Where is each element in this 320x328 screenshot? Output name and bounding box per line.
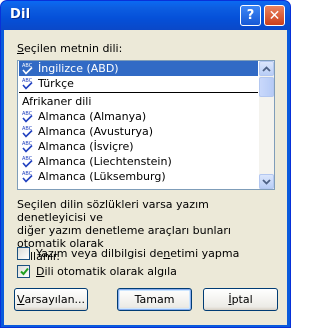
dialog-body: Seçilen metnin dili: ABC İngilizce (ABD) A… (4, 30, 287, 325)
no-spellcheck-label[interactable]: Yazım veya dilbilgisi denetimi yapma (36, 247, 239, 260)
language-listbox[interactable]: ABC İngilizce (ABD) ABC Türkçe Afrikaner dil… (17, 60, 275, 190)
cancel-button[interactable]: İptal (203, 288, 278, 311)
help-button[interactable]: ? (240, 5, 261, 26)
close-button[interactable]: ✕ (264, 5, 285, 26)
language-dialog: Dil ? ✕ Seçilen metnin dili: ABC İngilizc… (0, 0, 291, 328)
window-title: Dil (10, 7, 31, 22)
spellcheck-icon: ABC (22, 141, 33, 153)
no-spellcheck-checkbox[interactable] (17, 247, 30, 260)
language-list-item-label: İngilizce (ABD) (38, 62, 119, 75)
auto-detect-label[interactable]: Dili otomatik olarak algıla (36, 265, 177, 278)
spellcheck-icon: ABC (22, 156, 33, 168)
language-list-item-label: Almanca (Avusturya) (38, 125, 154, 138)
spellcheck-icon: ABC (22, 111, 33, 123)
auto-detect-checkbox[interactable] (17, 265, 30, 278)
spellcheck-icon: ABC (22, 63, 33, 75)
scroll-down-button[interactable] (259, 174, 274, 189)
language-list-items: ABC İngilizce (ABD) ABC Türkçe Afrikaner dil… (18, 61, 259, 189)
chevron-up-icon (262, 65, 271, 72)
language-list-item-label: Almanca (İsviçre) (38, 140, 134, 153)
language-list-item-label: Almanca (Liechtenstein) (38, 155, 172, 168)
language-list-item[interactable]: ABC Almanca (Liechtenstein) (19, 154, 258, 169)
title-bar[interactable]: Dil ? ✕ (1, 1, 290, 30)
language-list-item[interactable]: Afrikaner dili (19, 94, 258, 109)
list-separator (19, 92, 258, 93)
language-list-item[interactable]: ABC İngilizce (ABD) (19, 61, 258, 76)
language-list-item[interactable]: ABC Almanca (Almanya) (19, 109, 258, 124)
spellcheck-icon: ABC (22, 78, 33, 90)
language-list-label: Seçilen metnin dili: (17, 42, 123, 55)
spellcheck-icon: ABC (22, 126, 33, 138)
language-list-item[interactable]: ABC Almanca (Avusturya) (19, 124, 258, 139)
checkmark-icon (20, 267, 29, 276)
defaults-button[interactable]: Varsayılan... (14, 288, 88, 311)
close-icon: ✕ (268, 7, 281, 24)
ok-button[interactable]: Tamam (117, 288, 192, 311)
language-list-item-label: Almanca (Lüksemburg) (38, 170, 166, 183)
language-list-item[interactable]: ABC Türkçe (19, 76, 258, 91)
language-list-item-label: Afrikaner dili (22, 95, 92, 108)
language-list-item[interactable]: ABC Almanca (İsviçre) (19, 139, 258, 154)
language-list-item-label: Almanca (Almanya) (38, 110, 147, 123)
chevron-down-icon (262, 178, 271, 185)
scroll-thumb[interactable] (259, 77, 274, 97)
vertical-scrollbar[interactable] (259, 61, 274, 189)
language-list-item[interactable]: ABC Almanca (Lüksemburg) (19, 169, 258, 184)
help-icon: ? (246, 8, 255, 23)
scroll-up-button[interactable] (259, 61, 274, 76)
language-list-item-label: Türkçe (38, 77, 74, 90)
spellcheck-icon: ABC (22, 171, 33, 183)
